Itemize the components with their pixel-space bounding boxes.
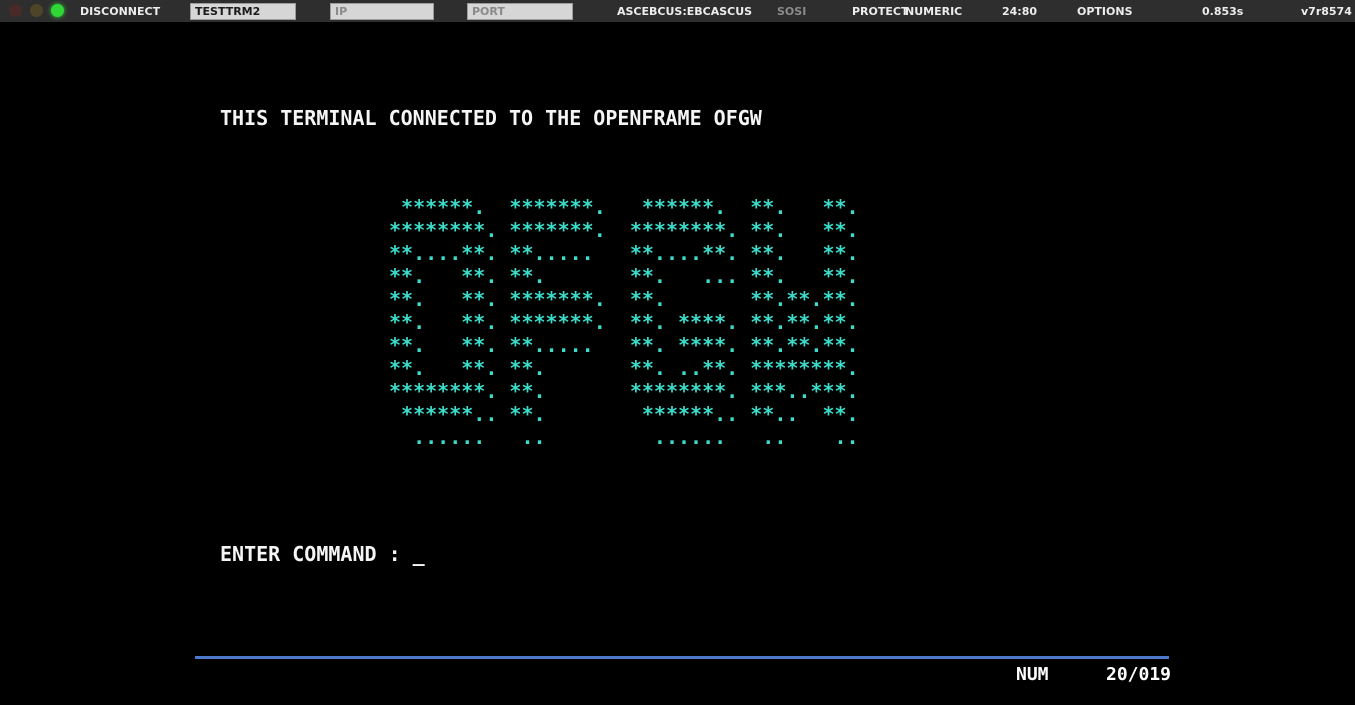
terminal-screen[interactable]: THIS TERMINAL CONNECTED TO THE OPENFRAME… — [0, 22, 1355, 705]
terminal-name-input[interactable] — [190, 3, 296, 20]
openframe-ofgw-ascii-logo: ******. *******. ******. **. **. *******… — [389, 196, 859, 449]
codepage-selector[interactable]: ASCEBCUS:EBCASCUS — [617, 5, 752, 18]
window-close-button[interactable] — [9, 4, 22, 17]
numeric-toggle[interactable]: NUMERIC — [905, 5, 962, 18]
port-input[interactable] — [467, 3, 573, 20]
sosi-toggle[interactable]: SOSI — [777, 5, 806, 18]
screen-size-indicator: 24:80 — [1002, 5, 1037, 18]
text-cursor: _ — [413, 542, 425, 566]
command-prompt-line: ENTER COMMAND : _ — [220, 543, 425, 566]
disconnect-button[interactable]: DISCONNECT — [80, 5, 160, 18]
version-label: v7r8574 — [1301, 5, 1352, 18]
command-prompt-label: ENTER COMMAND : — [220, 542, 413, 566]
ip-input[interactable] — [330, 3, 434, 20]
toolbar: DISCONNECT ASCEBCUS:EBCASCUS SOSI PROTEC… — [0, 0, 1355, 23]
status-separator-line — [195, 656, 1169, 659]
num-lock-indicator: NUM — [1016, 664, 1049, 685]
options-button[interactable]: OPTIONS — [1077, 5, 1133, 18]
cursor-position-indicator: 20/019 — [1106, 664, 1171, 685]
connection-status-light-icon[interactable] — [51, 4, 64, 17]
response-time-indicator: 0.853s — [1202, 5, 1243, 18]
protect-toggle[interactable]: PROTECT — [852, 5, 908, 18]
terminal-title-text: THIS TERMINAL CONNECTED TO THE OPENFRAME… — [220, 107, 762, 130]
window-minimize-button[interactable] — [30, 4, 43, 17]
